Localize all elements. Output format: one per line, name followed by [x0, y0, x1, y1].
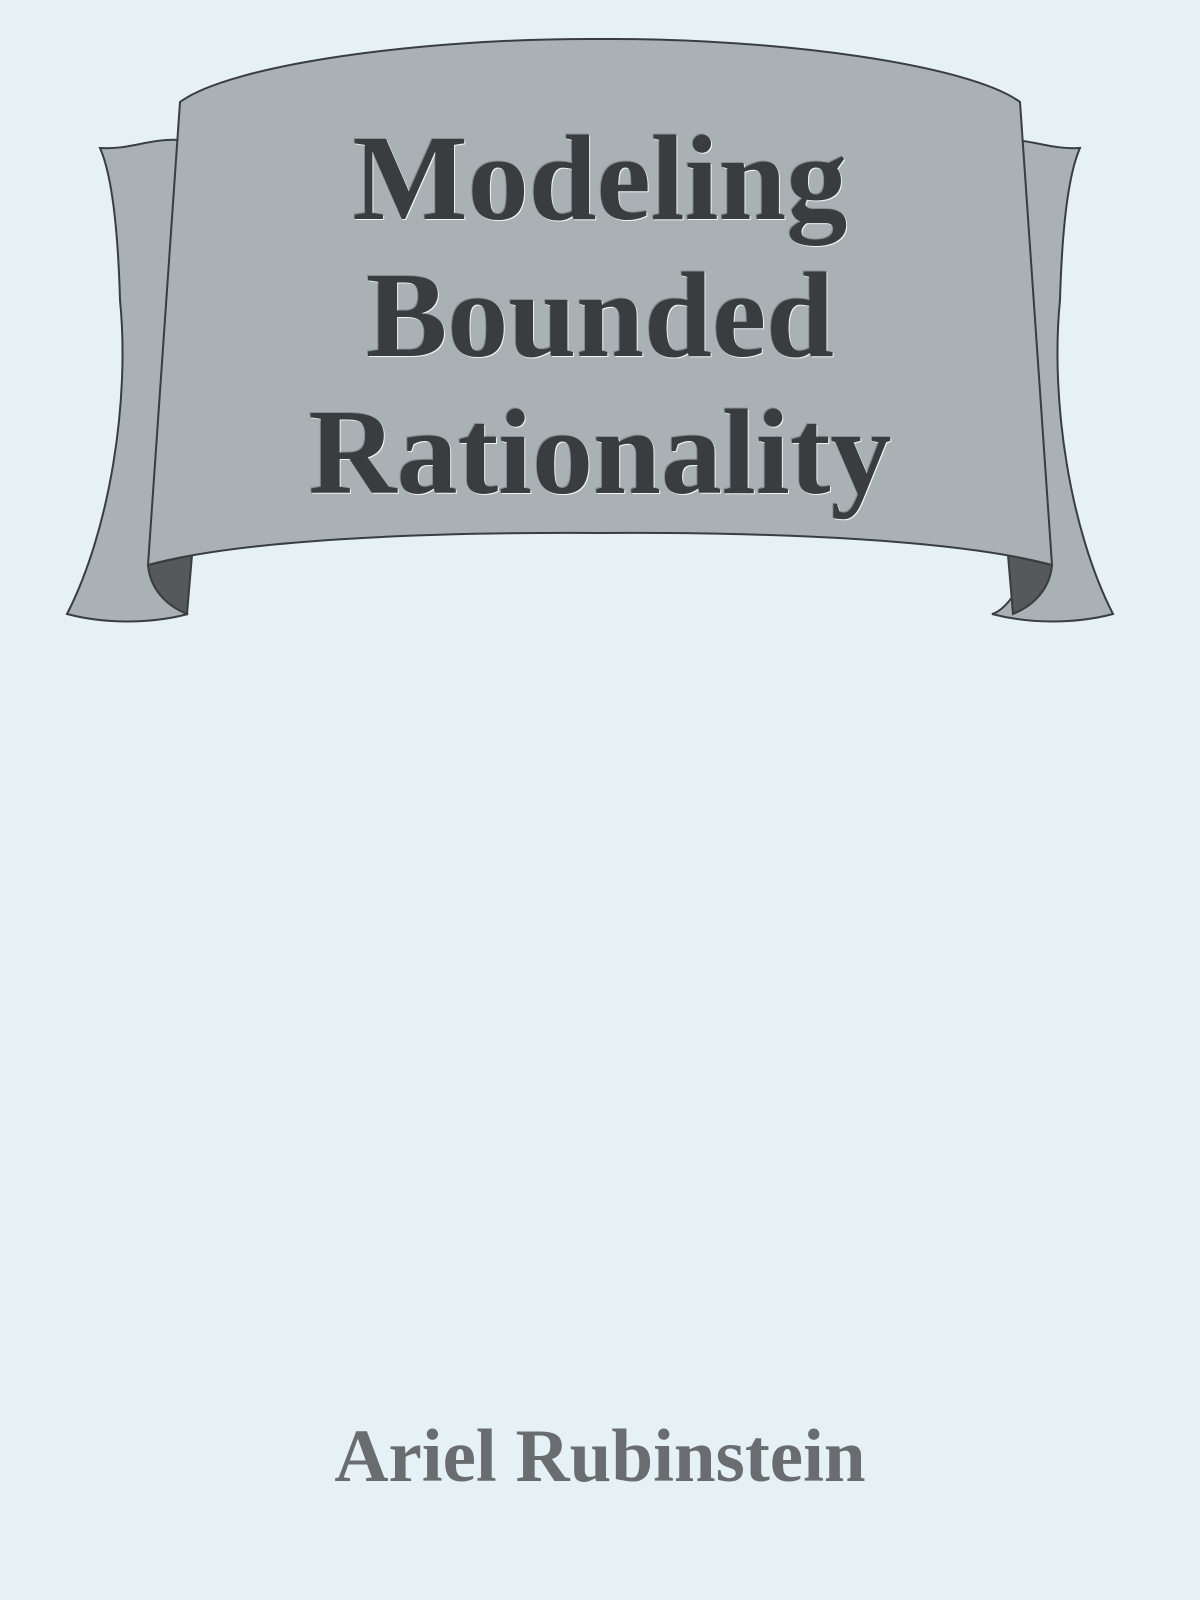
book-author: Ariel Rubinstein [334, 1415, 866, 1498]
book-cover: Modeling Bounded Rationality Ariel Rubin… [0, 0, 1200, 1600]
book-title-line: Modeling [352, 111, 848, 246]
book-title: Modeling Bounded Rationality [180, 110, 1020, 521]
book-title-line: Rationality [308, 385, 892, 520]
book-title-line: Bounded [366, 248, 834, 383]
